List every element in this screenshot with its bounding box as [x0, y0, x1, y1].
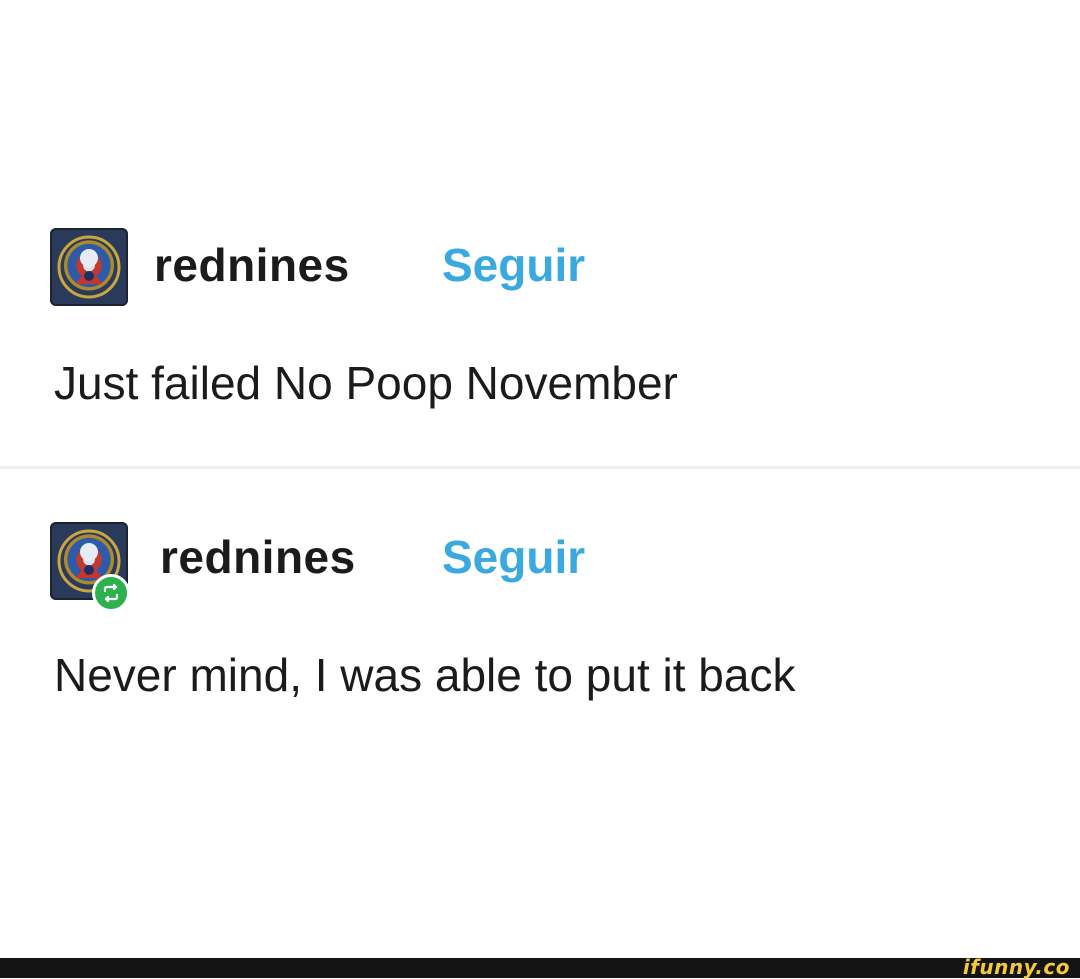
reblog-icon [92, 574, 130, 612]
username[interactable]: rednines [160, 530, 356, 585]
footer-bar [0, 958, 1080, 978]
post: rednines Seguir Just failed No Poop Nove… [0, 228, 1080, 409]
post-header: rednines Seguir [0, 228, 1080, 308]
avatar-image [57, 235, 121, 299]
post-header: rednines Seguir [0, 522, 1080, 612]
post-text: Never mind, I was able to put it back [54, 649, 796, 701]
follow-button[interactable]: Seguir [442, 530, 585, 585]
follow-button[interactable]: Seguir [442, 238, 585, 293]
username[interactable]: rednines [154, 238, 350, 293]
post: rednines Seguir Never mind, I was able t… [0, 522, 1080, 701]
post-text: Just failed No Poop November [54, 357, 678, 409]
divider [0, 466, 1080, 469]
avatar[interactable] [50, 228, 128, 306]
watermark-logo: ifunny.co [962, 955, 1070, 979]
